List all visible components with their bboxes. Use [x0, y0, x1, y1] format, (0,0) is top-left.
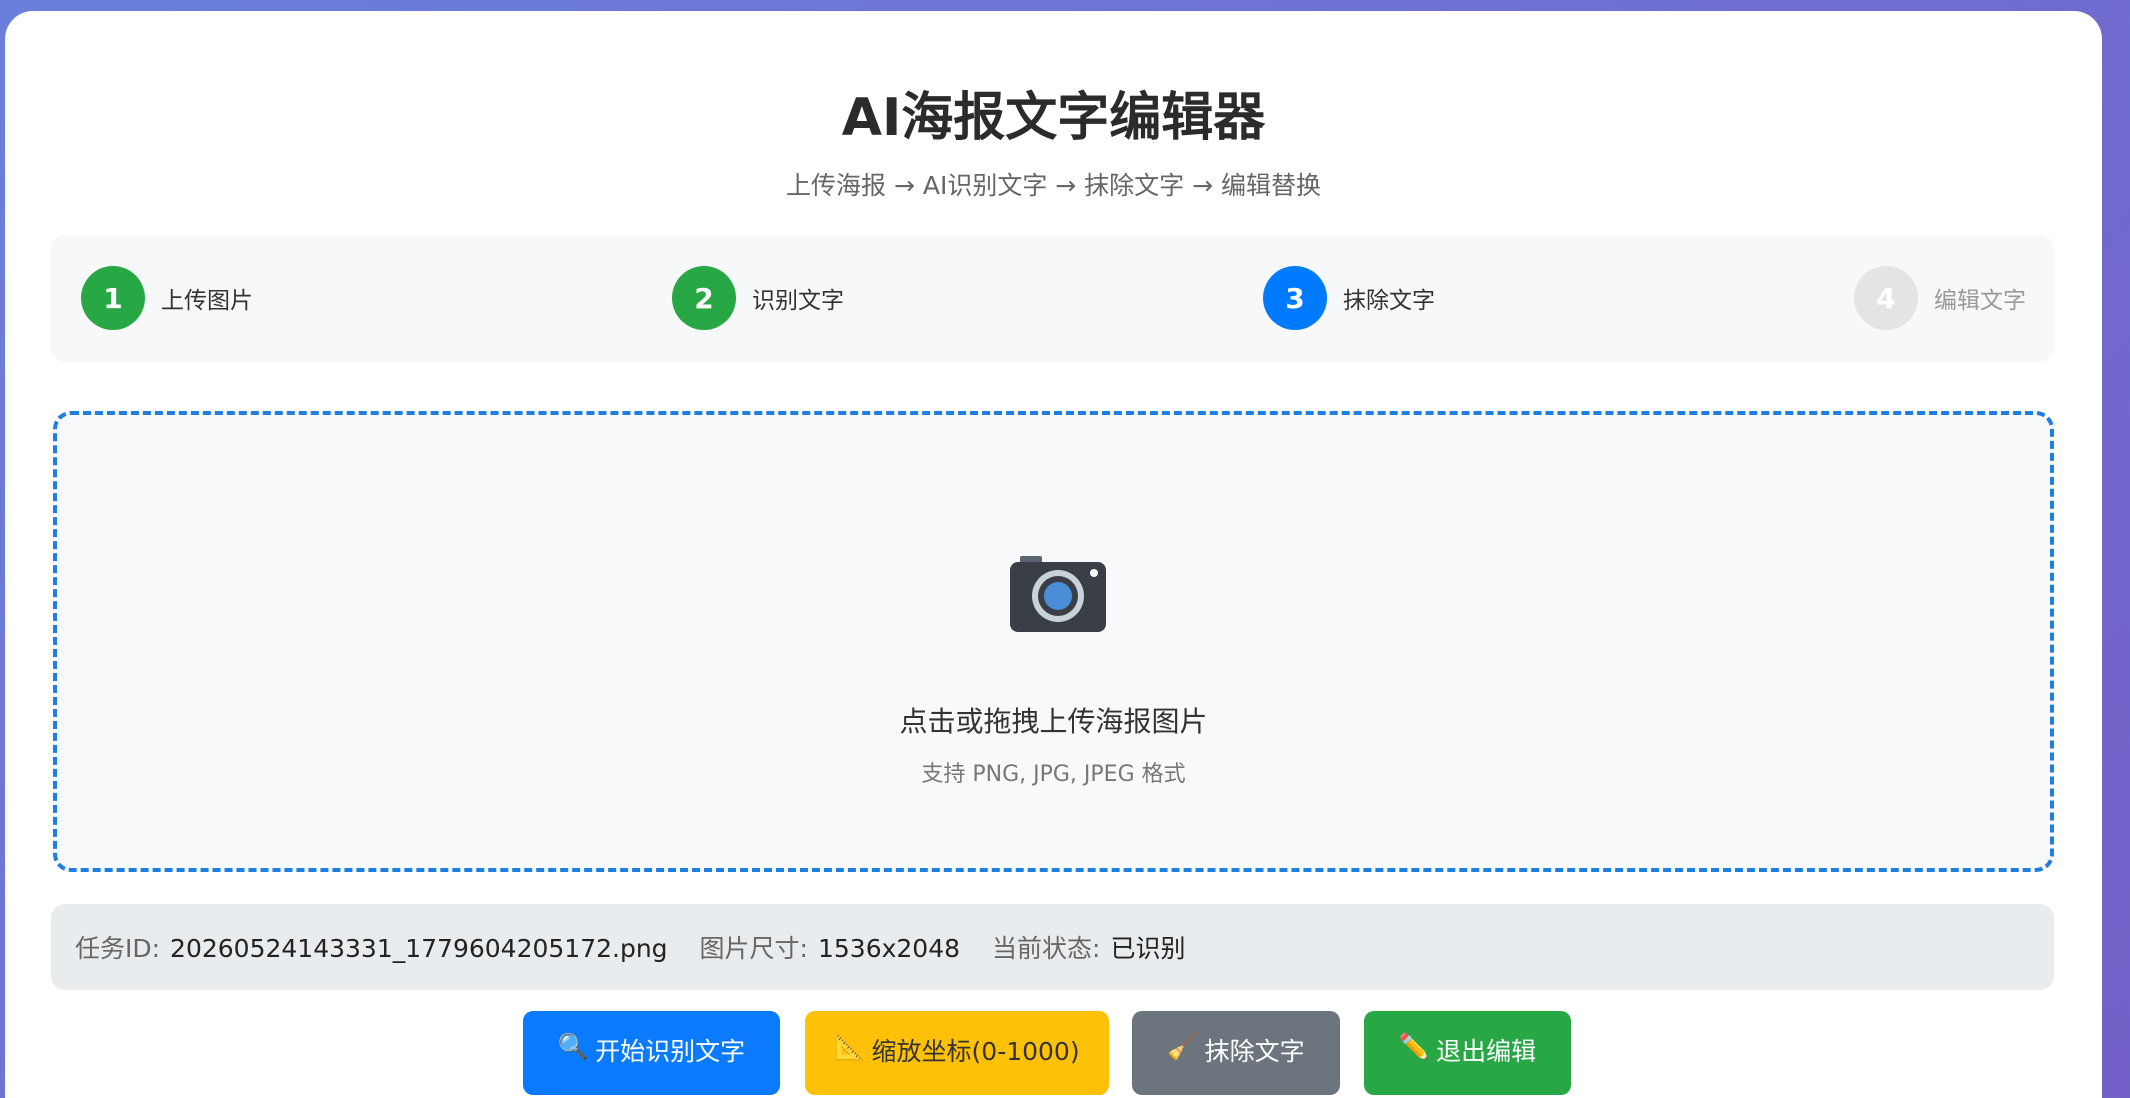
pencil-icon: ✏️	[1398, 1032, 1431, 1061]
step-4-circle: 4	[1854, 266, 1918, 330]
step-3-circle: 3	[1263, 266, 1327, 330]
exit-edit-button[interactable]: ✏️ 退出编辑	[1364, 1011, 1571, 1095]
scale-coordinates-button[interactable]: 📐 缩放坐标(0-1000)	[805, 1011, 1109, 1095]
page-subtitle: 上传海报 → AI识别文字 → 抹除文字 → 编辑替换	[786, 171, 1321, 200]
step-upload: 1 上传图片	[81, 266, 253, 330]
step-edit: 4 编辑文字	[1854, 266, 2026, 330]
step-1-label: 上传图片	[161, 288, 253, 314]
start-recognize-button[interactable]: 🔍 开始识别文字	[523, 1011, 780, 1095]
broom-icon: 🧹	[1167, 1032, 1199, 1061]
step-recognize: 2 识别文字	[672, 266, 844, 330]
upload-dropzone[interactable]: 点击或拖拽上传海报图片 支持 PNG, JPG, JPEG 格式	[53, 411, 2054, 872]
current-status: 当前状态: 已识别	[992, 929, 1185, 965]
erase-text-button[interactable]: 🧹 抹除文字	[1132, 1011, 1340, 1095]
start-recognize-label: 开始识别文字	[595, 1037, 746, 1066]
erase-text-label: 抹除文字	[1204, 1037, 1305, 1066]
image-size: 图片尺寸: 1536x2048	[700, 929, 960, 965]
scale-coordinates-label: 缩放坐标(0-1000)	[871, 1037, 1080, 1066]
step-1-circle: 1	[81, 266, 145, 330]
status-value: 已识别	[1110, 934, 1186, 963]
image-size-label: 图片尺寸:	[699, 934, 808, 963]
search-icon: 🔍	[557, 1032, 590, 1061]
task-info-bar: 任务ID: 20260524143331_1779604205172.png 图片…	[51, 904, 2054, 990]
image-size-value: 1536x2048	[817, 934, 961, 963]
exit-edit-label: 退出编辑	[1436, 1037, 1537, 1066]
step-4-label: 编辑文字	[1934, 288, 2026, 314]
main-card: AI海报文字编辑器 上传海报 → AI识别文字 → 抹除文字 → 编辑替换 1 …	[5, 11, 2102, 1098]
status-label: 当前状态:	[992, 934, 1101, 963]
step-erase: 3 抹除文字	[1263, 266, 1435, 330]
step-3-label: 抹除文字	[1343, 288, 1435, 314]
task-id: 任务ID: 20260524143331_1779604205172.png	[75, 929, 668, 965]
upload-title: 点击或拖拽上传海报图片	[899, 705, 1208, 738]
task-id-label: 任务ID:	[75, 934, 161, 963]
triangle-ruler-icon: 📐	[834, 1032, 866, 1061]
step-2-label: 识别文字	[752, 288, 844, 314]
step-2-circle: 2	[672, 266, 736, 330]
page-title: AI海报文字编辑器	[841, 88, 1266, 148]
upload-hint: 支持 PNG, JPG, JPEG 格式	[921, 762, 1186, 787]
progress-steps: 1 上传图片 2 识别文字 3 抹除文字 4 编辑文字	[51, 235, 2054, 362]
task-id-value: 20260524143331_1779604205172.png	[170, 934, 668, 963]
camera-icon	[1010, 556, 1106, 632]
